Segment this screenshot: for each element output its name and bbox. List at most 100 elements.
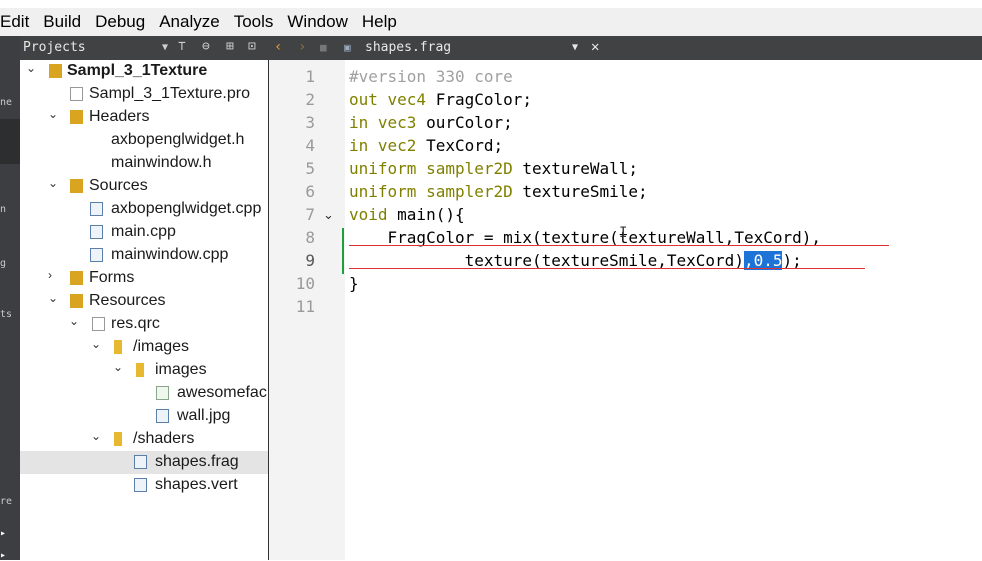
code-line-4: in vec2 TexCord;: [349, 136, 503, 155]
cpp-file-icon: [90, 248, 103, 262]
tree-item-qrc[interactable]: ⌄ res.qrc: [20, 313, 268, 336]
tree-item-image-file[interactable]: awesomefac: [20, 382, 268, 405]
line-number: 11: [295, 297, 315, 316]
menu-tools[interactable]: Tools: [227, 8, 281, 36]
tree-item-label: Resources: [89, 292, 166, 309]
line-number: 8: [305, 228, 315, 247]
code-text: textureSmile;: [512, 182, 648, 201]
chevron-down-icon[interactable]: ⌄: [48, 176, 58, 190]
code-line-10: }: [349, 274, 359, 293]
line-number: 7: [305, 205, 315, 224]
menu-help[interactable]: Help: [355, 8, 404, 36]
fold-marker-icon[interactable]: ⌄: [323, 207, 334, 223]
close-pane-icon[interactable]: ⊡: [248, 39, 256, 54]
run-arrow-icon[interactable]: ▸: [0, 528, 6, 539]
code-keyword: uniform sampler2D: [349, 159, 513, 178]
tree-item-label: res.qrc: [111, 315, 160, 332]
menu-debug[interactable]: Debug: [88, 8, 152, 36]
code-line-7: void main(){: [349, 205, 465, 224]
mode-label-welcome[interactable]: ne: [0, 97, 12, 108]
chevron-right-icon[interactable]: ›: [48, 268, 52, 282]
tree-item-label: wall.jpg: [177, 407, 231, 424]
chevron-down-icon[interactable]: ⌄: [91, 429, 101, 443]
tree-item-images-folder[interactable]: ⌄ images: [20, 359, 268, 382]
line-number: 10: [295, 274, 315, 293]
tree-item-label: /shaders: [133, 430, 195, 447]
mode-label-design[interactable]: n: [0, 204, 6, 215]
project-folder-icon: [49, 64, 62, 78]
chevron-down-icon[interactable]: ▼: [572, 42, 578, 53]
change-marker: [342, 228, 344, 274]
image-file-icon: [156, 386, 169, 400]
split-icon[interactable]: ⊞: [226, 39, 234, 54]
tree-item-source-file[interactable]: main.cpp: [20, 221, 268, 244]
cpp-file-icon: [90, 202, 103, 216]
code-keyword: out vec4: [349, 90, 427, 109]
glsl-file-icon: [134, 478, 147, 492]
chevron-down-icon[interactable]: ⌄: [91, 337, 101, 351]
tree-item-pro-file[interactable]: Sampl_3_1Texture.pro: [20, 83, 268, 106]
code-line-5: uniform sampler2D textureWall;: [349, 159, 638, 178]
tree-item-label: main.cpp: [111, 223, 176, 240]
line-number: 1: [305, 67, 315, 86]
tree-item-label: shapes.frag: [155, 453, 239, 470]
mode-label-debug[interactable]: g: [0, 258, 6, 269]
tree-item-header-file[interactable]: axbopenglwidget.h: [20, 129, 268, 152]
tree-item-label: axbopenglwidget.cpp: [111, 200, 262, 217]
tree-item-prefix-images[interactable]: ⌄ /images: [20, 336, 268, 359]
glsl-file-icon: [134, 455, 147, 469]
forward-arrow-icon[interactable]: ›: [298, 39, 306, 55]
tree-item-shader-file[interactable]: shapes.vert: [20, 474, 268, 497]
tree-item-image-file[interactable]: wall.jpg: [20, 405, 268, 428]
tree-item-label: Sampl_3_1Texture.pro: [89, 85, 250, 102]
tree-item-source-file[interactable]: mainwindow.cpp: [20, 244, 268, 267]
chevron-down-icon[interactable]: ⌄: [48, 291, 58, 305]
mode-label-release[interactable]: re: [0, 496, 12, 507]
menu-edit[interactable]: Edit: [0, 8, 36, 36]
line-number: 6: [305, 182, 315, 201]
close-icon[interactable]: ✕: [591, 39, 599, 55]
chevron-down-icon[interactable]: ▼: [162, 42, 168, 53]
filter-icon[interactable]: ⊤: [178, 39, 186, 54]
tree-item-label: axbopenglwidget.h: [111, 131, 245, 148]
tree-item-headers[interactable]: ⌄ Headers: [20, 106, 268, 129]
code-keyword: uniform sampler2D: [349, 182, 513, 201]
code-keyword: in vec3: [349, 113, 417, 132]
code-keyword: void: [349, 205, 388, 224]
menu-analyze[interactable]: Analyze: [152, 8, 226, 36]
pro-file-icon: [70, 87, 83, 101]
tree-item-forms[interactable]: › Forms: [20, 267, 268, 290]
folder-icon: [70, 110, 83, 124]
menu-window[interactable]: Window: [280, 8, 354, 36]
tree-item-label: Sources: [89, 177, 148, 194]
projects-pane-header: Projects ▼ ⊤ ⊖ ⊞ ⊡: [20, 36, 268, 60]
tree-item-shader-file-selected[interactable]: shapes.frag: [20, 451, 268, 474]
code-text: textureWall;: [512, 159, 638, 178]
code-line-2: out vec4 FragColor;: [349, 90, 532, 109]
chevron-down-icon[interactable]: ⌄: [113, 360, 123, 374]
tree-item-source-file[interactable]: axbopenglwidget.cpp: [20, 198, 268, 221]
chevron-down-icon[interactable]: ⌄: [69, 314, 79, 328]
line-number: 4: [305, 136, 315, 155]
tree-item-header-file[interactable]: mainwindow.h: [20, 152, 268, 175]
chevron-down-icon[interactable]: ⌄: [48, 107, 58, 121]
run-arrow-icon-2[interactable]: ▸: [0, 550, 6, 561]
chevron-down-icon[interactable]: ⌄: [26, 61, 36, 75]
mode-label-projects[interactable]: ts: [0, 309, 12, 320]
tree-item-label: mainwindow.cpp: [111, 246, 229, 263]
glsl-file-icon: ▣: [344, 41, 351, 54]
code-text: FragColor;: [426, 90, 533, 109]
projects-view-selector[interactable]: Projects: [23, 40, 86, 55]
tree-item-prefix-shaders[interactable]: ⌄ /shaders: [20, 428, 268, 451]
mode-selector-bar: ne n g ts re ▸ ▸: [0, 36, 20, 561]
open-file-name[interactable]: shapes.frag: [365, 40, 451, 55]
line-number: 5: [305, 159, 315, 178]
tree-item-resources[interactable]: ⌄ Resources: [20, 290, 268, 313]
tree-item-sources[interactable]: ⌄ Sources: [20, 175, 268, 198]
tree-item-project[interactable]: ⌄ Sampl_3_1Texture: [20, 60, 268, 83]
link-icon[interactable]: ⊖: [202, 39, 210, 54]
menu-build[interactable]: Build: [36, 8, 88, 36]
code-editor[interactable]: #version 330 core out vec4 FragColor; in…: [345, 60, 982, 560]
back-arrow-icon[interactable]: ‹: [274, 39, 282, 55]
line-number: 2: [305, 90, 315, 109]
